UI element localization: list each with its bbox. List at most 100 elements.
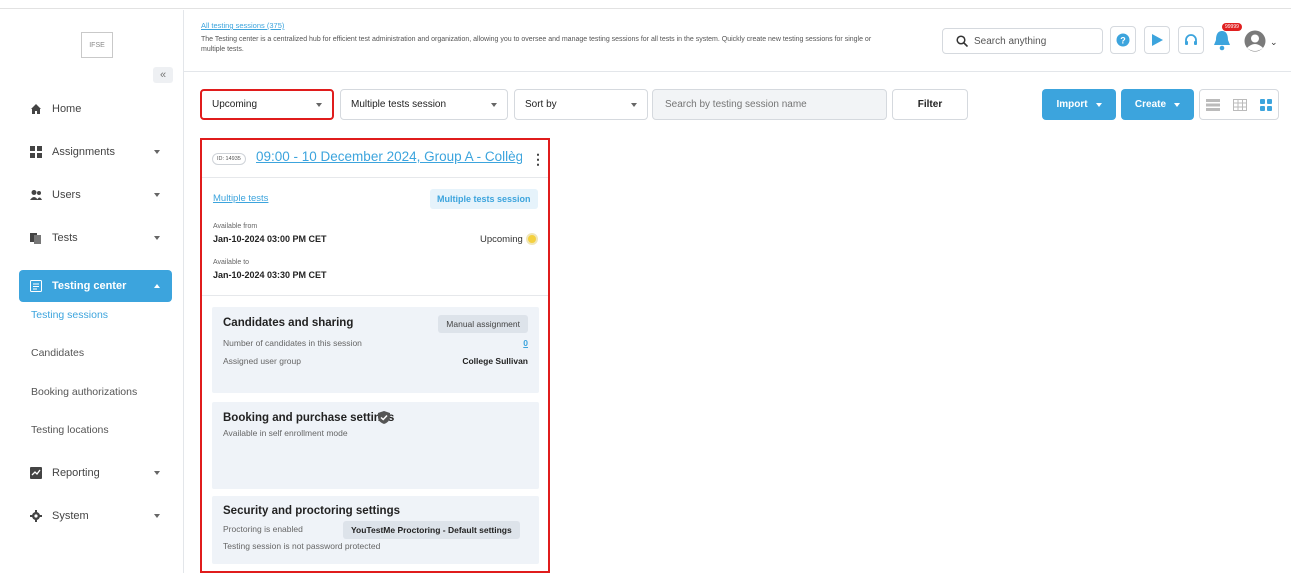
help-button[interactable]: ? xyxy=(1110,26,1136,54)
chevron-down-icon[interactable]: ⌄ xyxy=(1270,37,1278,48)
search-icon xyxy=(956,35,968,47)
chevron-down-icon xyxy=(316,102,322,107)
chevron-down-icon xyxy=(631,102,637,107)
chevron-down-icon xyxy=(1095,102,1102,107)
filter-button[interactable]: Filter xyxy=(892,89,968,120)
org-logo: IFSE xyxy=(81,32,113,58)
chevron-down-icon xyxy=(154,236,160,240)
list-view-icon[interactable] xyxy=(1206,98,1221,111)
sidebar-item-tests[interactable]: Tests xyxy=(19,222,172,254)
sidebar-item-testing-center[interactable]: Testing center xyxy=(19,270,172,302)
status-select-value: Upcoming xyxy=(212,99,258,110)
users-icon xyxy=(30,190,42,200)
session-search-input[interactable] xyxy=(652,89,887,120)
chevron-down-icon xyxy=(154,514,160,518)
available-from-label: Available from xyxy=(213,223,258,230)
headset-icon xyxy=(1185,34,1197,45)
crop-divider xyxy=(0,8,1291,9)
sidebar-item-label: Home xyxy=(52,103,82,115)
status-select[interactable]: Upcoming xyxy=(200,89,334,120)
header-tools: ? xyxy=(1110,26,1206,56)
grid-view-icon[interactable] xyxy=(1259,98,1272,111)
chevron-up-icon xyxy=(154,284,160,288)
session-type-select[interactable]: Multiple tests session xyxy=(340,89,508,120)
sidebar-subitem-booking-authorizations[interactable]: Booking authorizations xyxy=(31,386,137,398)
top-crop xyxy=(0,0,1291,10)
play-icon xyxy=(1152,34,1163,46)
support-button[interactable] xyxy=(1178,26,1204,54)
avatar[interactable] xyxy=(1243,30,1267,52)
sidebar-item-users[interactable]: Users xyxy=(19,179,172,211)
sidebar-item-home[interactable]: Home xyxy=(19,93,172,125)
booking-mode-text: Available in self enrollment mode xyxy=(223,428,348,438)
reporting-icon xyxy=(30,467,42,479)
tutorial-button[interactable] xyxy=(1144,26,1170,54)
create-label: Create xyxy=(1134,99,1167,110)
system-icon xyxy=(30,510,42,522)
breadcrumb[interactable]: All testing sessions (375) xyxy=(201,21,284,30)
section-title: Candidates and sharing xyxy=(223,317,354,329)
sidebar: IFSE « Home Assignments Users Tests Test… xyxy=(0,10,184,573)
shield-check-icon xyxy=(378,411,390,424)
session-title-link[interactable]: 09:00 - 10 December 2024, Group A - Coll… xyxy=(256,149,522,164)
status-text: Upcoming xyxy=(480,234,523,245)
candidates-count-label: Number of candidates in this session xyxy=(223,338,362,348)
user-group-value: College Sullivan xyxy=(462,356,528,366)
view-toggle-group xyxy=(1199,89,1279,120)
available-to-date: Jan-10-2024 03:30 PM CET xyxy=(213,270,327,280)
session-id-chip: ID: 14935 xyxy=(212,153,246,165)
card-header: ID: 14935 09:00 - 10 December 2024, Grou… xyxy=(202,140,548,178)
page-description: The Testing center is a centralized hub … xyxy=(201,36,872,53)
tests-icon xyxy=(30,233,41,244)
sidebar-item-label: Users xyxy=(52,189,81,201)
header-divider xyxy=(184,71,1291,72)
sidebar-item-label: System xyxy=(52,510,89,522)
candidates-sharing-section: Candidates and sharing Manual assignment… xyxy=(212,307,539,393)
chevron-down-icon xyxy=(154,150,160,154)
available-from-date: Jan-10-2024 03:00 PM CET xyxy=(213,234,327,244)
assignments-icon xyxy=(30,146,42,158)
sidebar-item-label: Testing center xyxy=(52,280,127,292)
sidebar-item-label: Reporting xyxy=(52,467,100,479)
sidebar-item-label: Assignments xyxy=(52,146,115,158)
password-protection-text: Testing session is not password protecte… xyxy=(223,541,381,551)
import-button[interactable]: Import xyxy=(1042,89,1116,120)
session-type-chip: Multiple tests session xyxy=(430,189,538,209)
kebab-menu-icon[interactable]: ⋮ xyxy=(531,151,545,168)
status-indicator-icon xyxy=(526,233,538,245)
sidebar-item-system[interactable]: System xyxy=(19,500,172,532)
assignment-mode-chip: Manual assignment xyxy=(438,315,528,333)
sidebar-item-reporting[interactable]: Reporting xyxy=(19,457,172,489)
search-placeholder: Search anything xyxy=(974,35,1047,47)
section-title: Security and proctoring settings xyxy=(223,505,400,517)
create-button[interactable]: Create xyxy=(1121,89,1194,120)
chevron-down-icon xyxy=(1174,102,1181,107)
notifications-bell-icon[interactable] xyxy=(1211,28,1233,52)
logo-text: IFSE xyxy=(89,41,105,49)
available-to-label: Available to xyxy=(213,259,250,266)
security-proctoring-section: Security and proctoring settings Proctor… xyxy=(212,496,539,564)
global-search-input[interactable]: Search anything xyxy=(942,28,1103,54)
sidebar-subitem-testing-locations[interactable]: Testing locations xyxy=(31,424,109,436)
import-label: Import xyxy=(1056,99,1088,110)
sort-select-value: Sort by xyxy=(525,99,557,110)
sidebar-subitem-testing-sessions[interactable]: Testing sessions xyxy=(31,309,108,321)
candidates-count-link[interactable]: 0 xyxy=(523,338,528,348)
section-title: Booking and purchase settings xyxy=(223,412,395,424)
session-type-select-value: Multiple tests session xyxy=(351,99,447,110)
testing-session-card: ID: 14935 09:00 - 10 December 2024, Grou… xyxy=(200,138,550,573)
proctoring-settings-chip: YouTestMe Proctoring - Default settings xyxy=(343,521,520,539)
sidebar-item-assignments[interactable]: Assignments xyxy=(19,136,172,168)
multiple-tests-link[interactable]: Multiple tests xyxy=(213,193,268,204)
sort-select[interactable]: Sort by xyxy=(514,89,648,120)
collapse-icon: « xyxy=(159,69,167,81)
help-icon: ? xyxy=(1116,33,1130,47)
proctoring-label: Proctoring is enabled xyxy=(223,524,303,534)
chevron-down-icon xyxy=(154,193,160,197)
sidebar-subitem-candidates[interactable]: Candidates xyxy=(31,347,84,359)
collapse-sidebar-button[interactable]: « xyxy=(153,67,173,83)
table-view-icon[interactable] xyxy=(1232,98,1247,111)
sidebar-item-label: Tests xyxy=(52,232,78,244)
testing-center-icon xyxy=(30,280,42,292)
user-group-label: Assigned user group xyxy=(223,356,301,366)
